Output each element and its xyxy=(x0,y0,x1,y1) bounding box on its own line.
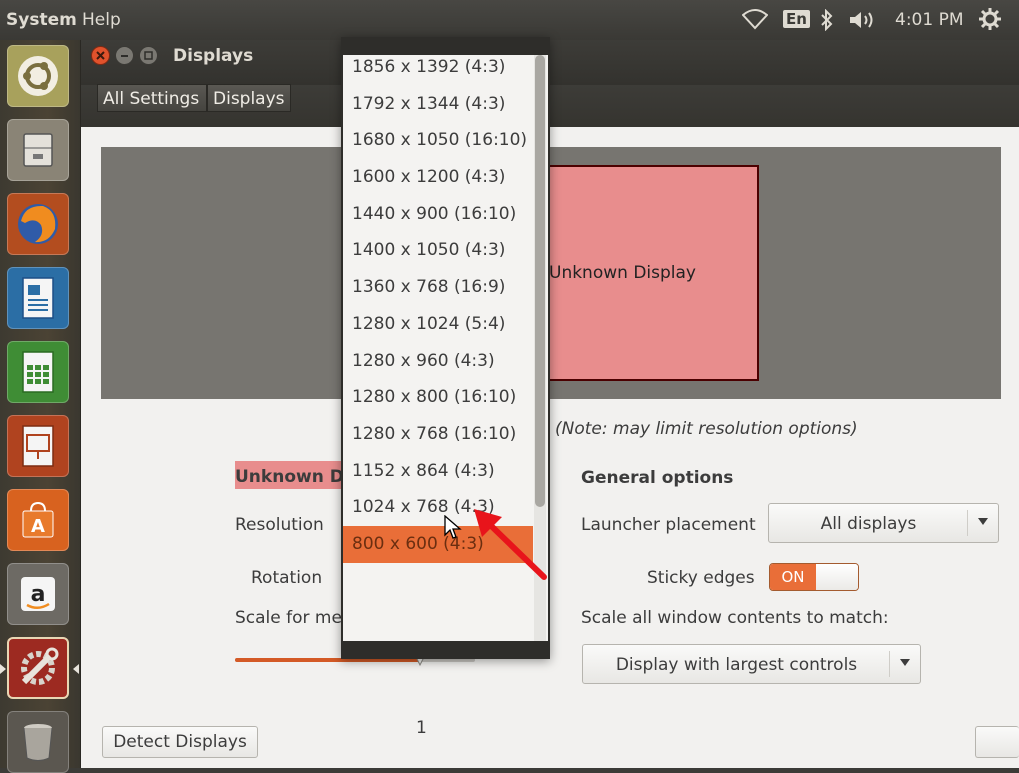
amazon-icon: a xyxy=(7,563,69,625)
resolution-option[interactable]: 1152 x 864 (4:3) xyxy=(343,453,533,490)
annotation-arrow-icon xyxy=(474,509,547,580)
svg-text:A: A xyxy=(31,516,45,537)
scale-all-value: Display with largest controls xyxy=(615,655,858,675)
breadcrumb-all-settings[interactable]: All Settings xyxy=(97,84,207,112)
launcher-system-settings-button[interactable] xyxy=(7,637,69,699)
scale-all-select[interactable]: Display with largest controls xyxy=(582,644,921,684)
scale-value: 1 xyxy=(416,718,427,738)
launcher-firefox-button[interactable] xyxy=(7,193,69,255)
resolution-option[interactable]: 1280 x 960 (4:3) xyxy=(343,343,533,380)
presentation-icon xyxy=(7,415,69,477)
trash-icon xyxy=(7,711,69,773)
detect-displays-button[interactable]: Detect Displays xyxy=(102,726,258,758)
top-panel: System Help En 4:01 PM xyxy=(0,0,1019,40)
chevron-down-icon xyxy=(978,518,988,525)
active-app-indicator xyxy=(0,664,6,674)
window-titlebar: Displays xyxy=(81,40,1019,85)
close-icon[interactable] xyxy=(91,46,110,65)
firefox-icon xyxy=(7,193,69,255)
volume-icon[interactable] xyxy=(848,9,878,36)
launcher-files-button[interactable] xyxy=(7,119,69,181)
resolution-option[interactable]: 1360 x 768 (16:9) xyxy=(343,269,533,306)
scale-all-label: Scale all window contents to match: xyxy=(581,608,889,628)
keyboard-layout-indicator[interactable]: En xyxy=(783,9,810,29)
launcher-placement-label: Launcher placement xyxy=(581,515,756,535)
wifi-icon[interactable] xyxy=(741,8,769,35)
rotation-label: Rotation xyxy=(251,568,323,588)
sticky-edges-switch[interactable]: ON xyxy=(769,563,859,591)
partial-button[interactable] xyxy=(975,726,1019,758)
display-name-label: Unknown Di xyxy=(235,467,350,487)
resolution-option[interactable]: 1280 x 768 (16:10) xyxy=(343,416,533,453)
launcher-writer-button[interactable] xyxy=(7,267,69,329)
resolution-option[interactable]: 1680 x 1050 (16:10) xyxy=(343,122,533,159)
shopping-bag-icon: A xyxy=(7,489,69,551)
switch-knob xyxy=(816,564,858,590)
displays-content: Unknown Display (Note: may limit resolut… xyxy=(81,127,1019,768)
breadcrumb-displays[interactable]: Displays xyxy=(207,84,291,112)
launcher: A a xyxy=(0,40,81,773)
spreadsheet-icon xyxy=(7,341,69,403)
launcher-ubuntu-button[interactable] xyxy=(7,45,69,107)
mouse-pointer-icon xyxy=(444,515,462,539)
launcher-placement-value: All displays xyxy=(820,514,917,534)
monitor-label: Unknown Display xyxy=(549,263,696,283)
resolution-option[interactable]: 1792 x 1344 (4:3) xyxy=(343,86,533,123)
combo-separator xyxy=(967,510,968,536)
clock[interactable]: 4:01 PM xyxy=(895,10,964,30)
sticky-edges-label: Sticky edges xyxy=(647,568,755,588)
resolution-option[interactable]: 1280 x 1024 (5:4) xyxy=(343,306,533,343)
resolution-label: Resolution xyxy=(235,515,324,535)
dropdown-scroll-down-arrow[interactable] xyxy=(343,641,548,657)
sticky-edges-state: ON xyxy=(770,564,816,590)
resolution-option[interactable]: 1400 x 1050 (4:3) xyxy=(343,232,533,269)
maximize-icon[interactable] xyxy=(139,46,158,65)
launcher-impress-button[interactable] xyxy=(7,415,69,477)
writer-document-icon xyxy=(7,267,69,329)
monitor-arrangement-area: Unknown Display xyxy=(101,147,1001,399)
settings-wrench-icon xyxy=(7,637,69,699)
keyboard-layout-label: En xyxy=(783,10,810,28)
displays-window: Displays All Settings Displays Unknown D… xyxy=(81,40,1019,768)
launcher-amazon-button[interactable]: a xyxy=(7,563,69,625)
scale-label: Scale for me xyxy=(235,608,342,628)
dropdown-scroll-up-arrow[interactable] xyxy=(343,39,548,55)
combo-separator xyxy=(889,651,890,677)
resolution-option[interactable]: 1440 x 900 (16:10) xyxy=(343,196,533,233)
resolution-option[interactable]: 1600 x 1200 (4:3) xyxy=(343,159,533,196)
menu-system[interactable]: System xyxy=(6,10,77,30)
resolution-option[interactable]: 1280 x 800 (16:10) xyxy=(343,379,533,416)
launcher-calc-button[interactable] xyxy=(7,341,69,403)
monitor-preview[interactable]: Unknown Display xyxy=(547,165,759,381)
file-cabinet-icon xyxy=(7,119,69,181)
ubuntu-logo-icon xyxy=(7,45,69,107)
dropdown-scrollbar-thumb[interactable] xyxy=(535,55,545,507)
resolution-option-list: 1856 x 1392 (4:3) 1792 x 1344 (4:3) 1680 x… xyxy=(343,49,533,563)
window-title: Displays xyxy=(173,46,254,66)
launcher-trash-button[interactable] xyxy=(7,711,69,773)
chevron-down-icon xyxy=(900,659,910,666)
general-options-heading: General options xyxy=(581,468,734,488)
menu-help[interactable]: Help xyxy=(82,10,121,30)
bluetooth-icon[interactable] xyxy=(820,8,834,36)
svg-text:a: a xyxy=(31,582,46,607)
launcher-software-center-button[interactable]: A xyxy=(7,489,69,551)
minimize-icon[interactable] xyxy=(115,46,134,65)
gear-icon[interactable] xyxy=(978,7,1002,36)
focused-app-indicator xyxy=(73,664,79,674)
launcher-placement-select[interactable]: All displays xyxy=(768,503,999,543)
resolution-note: (Note: may limit resolution options) xyxy=(555,419,858,439)
